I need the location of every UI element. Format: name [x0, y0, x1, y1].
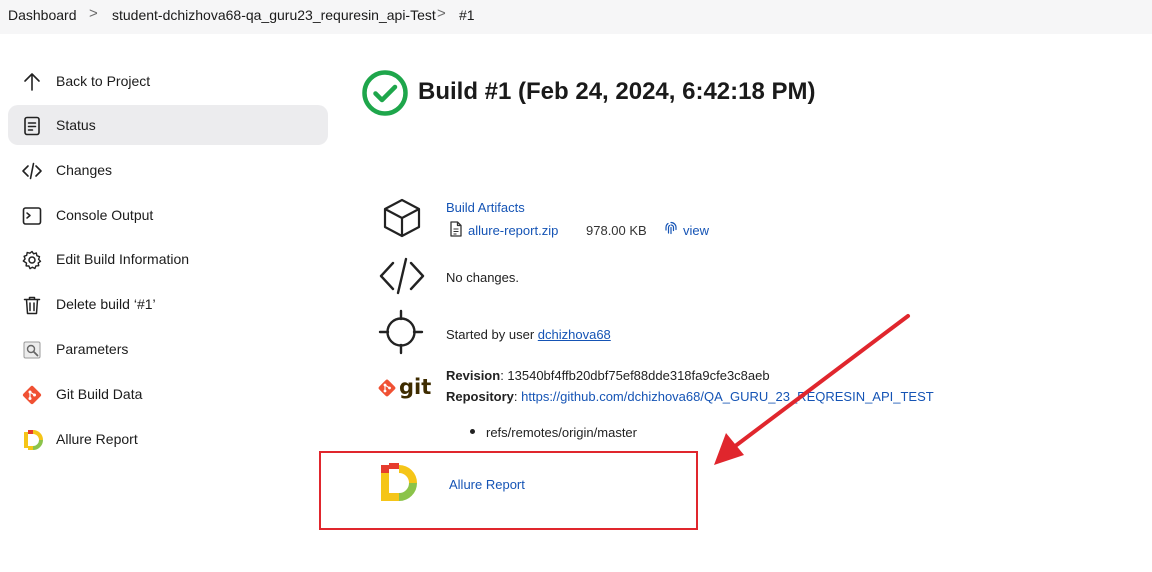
trash-icon — [23, 296, 41, 315]
artifact-size: 978.00 KB — [586, 223, 647, 238]
breadcrumb-build[interactable]: #1 — [459, 7, 475, 23]
document-icon — [24, 116, 40, 136]
fingerprint-view-link[interactable]: view — [683, 223, 709, 238]
sidebar-item-label: Parameters — [56, 341, 129, 357]
highlight-box — [319, 451, 698, 530]
terminal-icon — [22, 207, 42, 225]
breadcrumb-separator-icon: > — [89, 5, 98, 22]
sidebar-item-console-output[interactable]: Console Output — [8, 195, 328, 235]
allure-icon — [24, 430, 43, 450]
breadcrumb-dashboard[interactable]: Dashboard — [8, 7, 77, 23]
sidebar-item-label: Console Output — [56, 207, 154, 223]
success-check-icon — [362, 70, 408, 116]
sidebar-item-label: Allure Report — [56, 431, 138, 447]
sidebar-item-label: Git Build Data — [56, 386, 143, 402]
fingerprint-icon[interactable] — [664, 221, 678, 235]
git-icon — [378, 379, 396, 397]
branch-text: refs/remotes/origin/master — [486, 425, 637, 440]
sidebar-item-label: Status — [56, 117, 96, 133]
arrow-up-icon — [24, 73, 40, 91]
sidebar-item-allure-report[interactable]: Allure Report — [8, 419, 328, 459]
artifact-file-link[interactable]: allure-report.zip — [468, 223, 558, 238]
git-logo-text: git — [399, 375, 432, 399]
revision-label: Revision — [446, 368, 501, 383]
parameters-icon — [23, 341, 41, 359]
breadcrumb-project[interactable]: student-dchizhova68-qa_guru23_requresin_… — [112, 7, 436, 23]
breadcrumb-separator-icon: > — [437, 5, 446, 22]
user-link[interactable]: dchizhova68 — [538, 327, 611, 342]
code-icon — [22, 162, 42, 180]
package-icon — [383, 198, 421, 238]
code-icon — [379, 257, 425, 295]
git-icon — [22, 385, 42, 405]
sidebar-item-parameters[interactable]: Parameters — [8, 329, 328, 369]
git-logo: git — [377, 375, 431, 400]
sidebar-item-label: Delete build ‘#1’ — [56, 296, 156, 312]
file-icon — [450, 221, 462, 237]
repository-label: Repository — [446, 389, 514, 404]
gear-icon — [22, 250, 42, 270]
build-artifacts-link[interactable]: Build Artifacts — [446, 200, 525, 215]
no-changes-text: No changes. — [446, 270, 519, 285]
started-by-text: Started by user dchizhova68 — [446, 327, 611, 342]
breadcrumb: Dashboard > student-dchizhova68-qa_guru2… — [0, 0, 1152, 34]
sidebar-item-back-to-project[interactable]: Back to Project — [8, 61, 328, 101]
sidebar-item-git-build-data[interactable]: Git Build Data — [8, 374, 328, 414]
sidebar-item-status[interactable]: Status — [8, 105, 328, 145]
sidebar-item-label: Back to Project — [56, 73, 151, 89]
sidebar-item-edit-build-information[interactable]: Edit Build Information — [8, 239, 328, 279]
crosshair-icon — [378, 309, 424, 355]
sidebar-item-delete-build[interactable]: Delete build ‘#1’ — [8, 284, 328, 324]
bullet-icon — [470, 429, 475, 434]
sidebar-item-label: Changes — [56, 162, 113, 178]
started-by-prefix: Started by user — [446, 327, 538, 342]
sidebar-item-label: Edit Build Information — [56, 251, 190, 267]
sidebar-item-changes[interactable]: Changes — [8, 150, 328, 190]
annotation-arrow-icon — [714, 314, 910, 465]
page-title: Build #1 (Feb 24, 2024, 6:42:18 PM) — [418, 78, 816, 105]
